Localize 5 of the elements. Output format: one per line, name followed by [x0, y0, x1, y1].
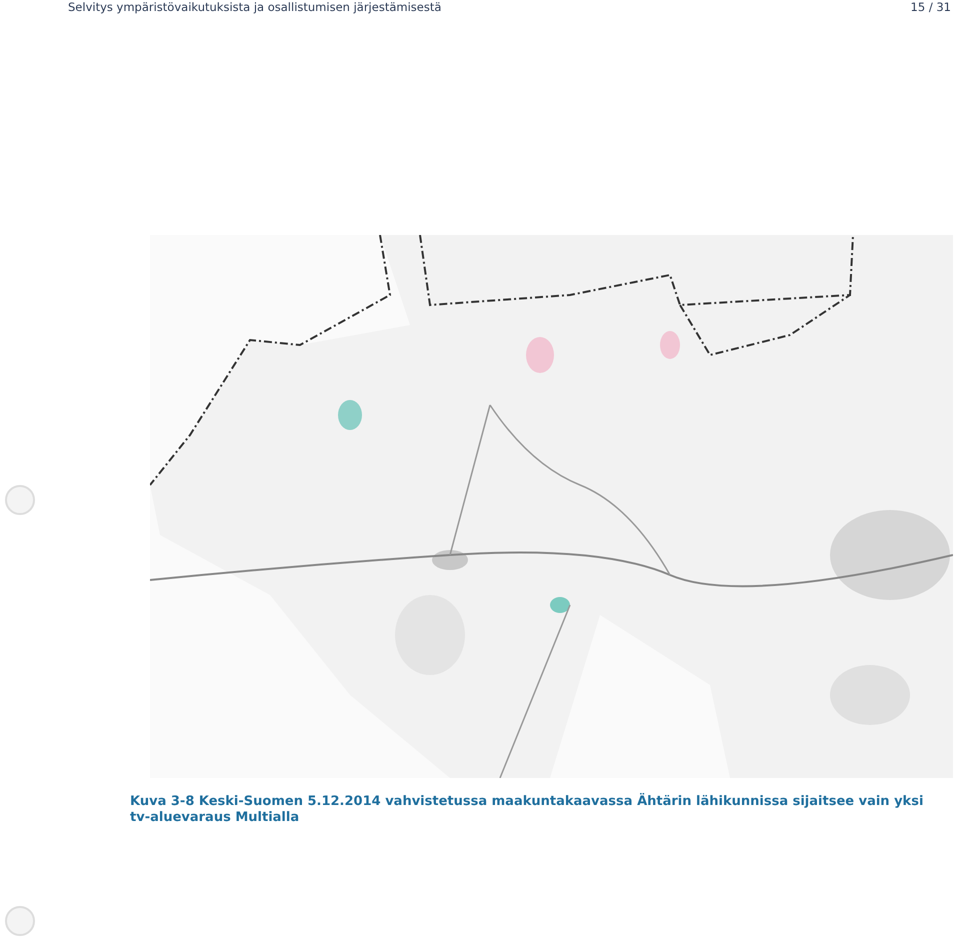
page-number: 15 / 31 [910, 0, 951, 14]
punch-hole [5, 485, 35, 515]
punch-hole [5, 906, 35, 936]
figure-caption: Kuva 3-8 Keski-Suomen 5.12.2014 vahvistetussa maakuntakaavassa Ähtärin lähikunnissa sijaitsee vain yksi tv-aluevaraus Multialla [130, 794, 924, 826]
document-title: Selvitys ympäristövaikutuksista ja osallistumisen järjestämisestä [68, 0, 442, 14]
